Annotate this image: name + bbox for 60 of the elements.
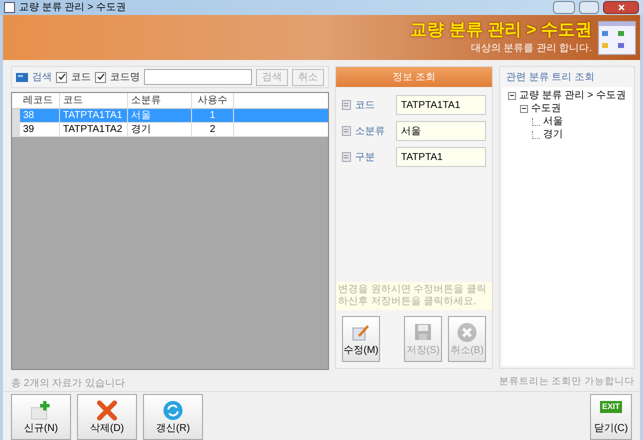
search-label: 검색	[32, 70, 52, 84]
column-header[interactable]: 레코드	[20, 93, 60, 108]
edit-hint: 변경을 원하시면 수정버튼을 클릭하신후 저장버튼을 클릭하세요.	[336, 282, 492, 310]
field-label: 코드	[354, 98, 376, 112]
search-field[interactable]	[144, 69, 252, 85]
refresh-icon	[162, 400, 184, 420]
document-icon	[342, 125, 351, 137]
window-title: 교량 분류 관리 > 수도권	[19, 1, 126, 15]
header-subtitle: 대상의 분류를 관리 합니다.	[470, 42, 592, 56]
record-count: 총 2개의 자료가 있습니다	[11, 377, 126, 391]
exit-button[interactable]: EXIT 닫기(C)	[590, 394, 632, 440]
table-cell: TATPTA1TA2	[60, 123, 128, 136]
column-header[interactable]: 사용수	[192, 93, 234, 108]
exit-icon: EXIT	[600, 400, 622, 412]
filter-label: 코드명	[110, 70, 140, 84]
tree-item[interactable]: 수도권	[531, 101, 561, 116]
filter-label: 코드	[71, 70, 91, 84]
minimize-button[interactable]	[553, 1, 575, 14]
toolbar-button[interactable]: 신규(N)	[11, 394, 71, 440]
toolbar-button[interactable]: 수정(M)	[342, 316, 380, 362]
tree-line	[532, 118, 540, 126]
toolbar-button[interactable]: 삭제(D)	[77, 394, 137, 440]
tree-line	[532, 130, 540, 138]
tree-item[interactable]: 교량 분류 관리 > 수도권	[519, 88, 626, 103]
field-input[interactable]: TATPTA1	[396, 147, 486, 167]
header-title: 교량 분류 관리 > 수도권	[410, 19, 592, 41]
close-button[interactable]	[603, 1, 639, 14]
checkbox[interactable]	[95, 72, 106, 82]
table-cell: TATPTA1TA1	[60, 109, 128, 122]
document-icon	[342, 99, 351, 111]
field-label: 구분	[354, 150, 376, 164]
toolbar-button[interactable]: 갱신(R)	[143, 394, 203, 440]
table-cell: 39	[20, 123, 60, 136]
panel-header: 관련 분류 트리 조회	[505, 70, 596, 84]
table-cell: 2	[192, 123, 234, 136]
app-icon	[4, 2, 15, 13]
close-icon	[618, 4, 624, 11]
field-label: 소분류	[354, 124, 386, 138]
table-cell: 경기	[128, 123, 192, 136]
cancel-icon	[456, 322, 478, 343]
maximize-button[interactable]	[579, 1, 599, 14]
collapse-icon[interactable]	[508, 92, 516, 100]
column-header[interactable]: 소분류	[128, 93, 192, 108]
table-cell: 38	[20, 109, 60, 122]
field-input[interactable]: TATPTA1TA1	[396, 95, 486, 115]
panel-header: 정보 조회	[336, 67, 492, 87]
document-icon	[342, 151, 351, 163]
tree-item[interactable]: 서울	[543, 114, 563, 129]
search-card-icon	[16, 72, 28, 82]
delete-icon	[96, 400, 118, 420]
table-cell: 서울	[128, 109, 192, 122]
tree-note: 분류트리는 조회만 가능합니다	[499, 375, 635, 389]
checkbox[interactable]	[56, 72, 67, 82]
column-header[interactable]: 코드	[60, 93, 128, 108]
windows-illustration-icon	[598, 20, 636, 54]
tree-item[interactable]: 경기	[543, 127, 563, 142]
table-row[interactable]: 39 TATPTA1TA2 경기 2	[12, 123, 328, 137]
field-input[interactable]: 서울	[396, 121, 486, 141]
table-cell: 1	[192, 109, 234, 122]
collapse-icon[interactable]	[520, 104, 528, 112]
